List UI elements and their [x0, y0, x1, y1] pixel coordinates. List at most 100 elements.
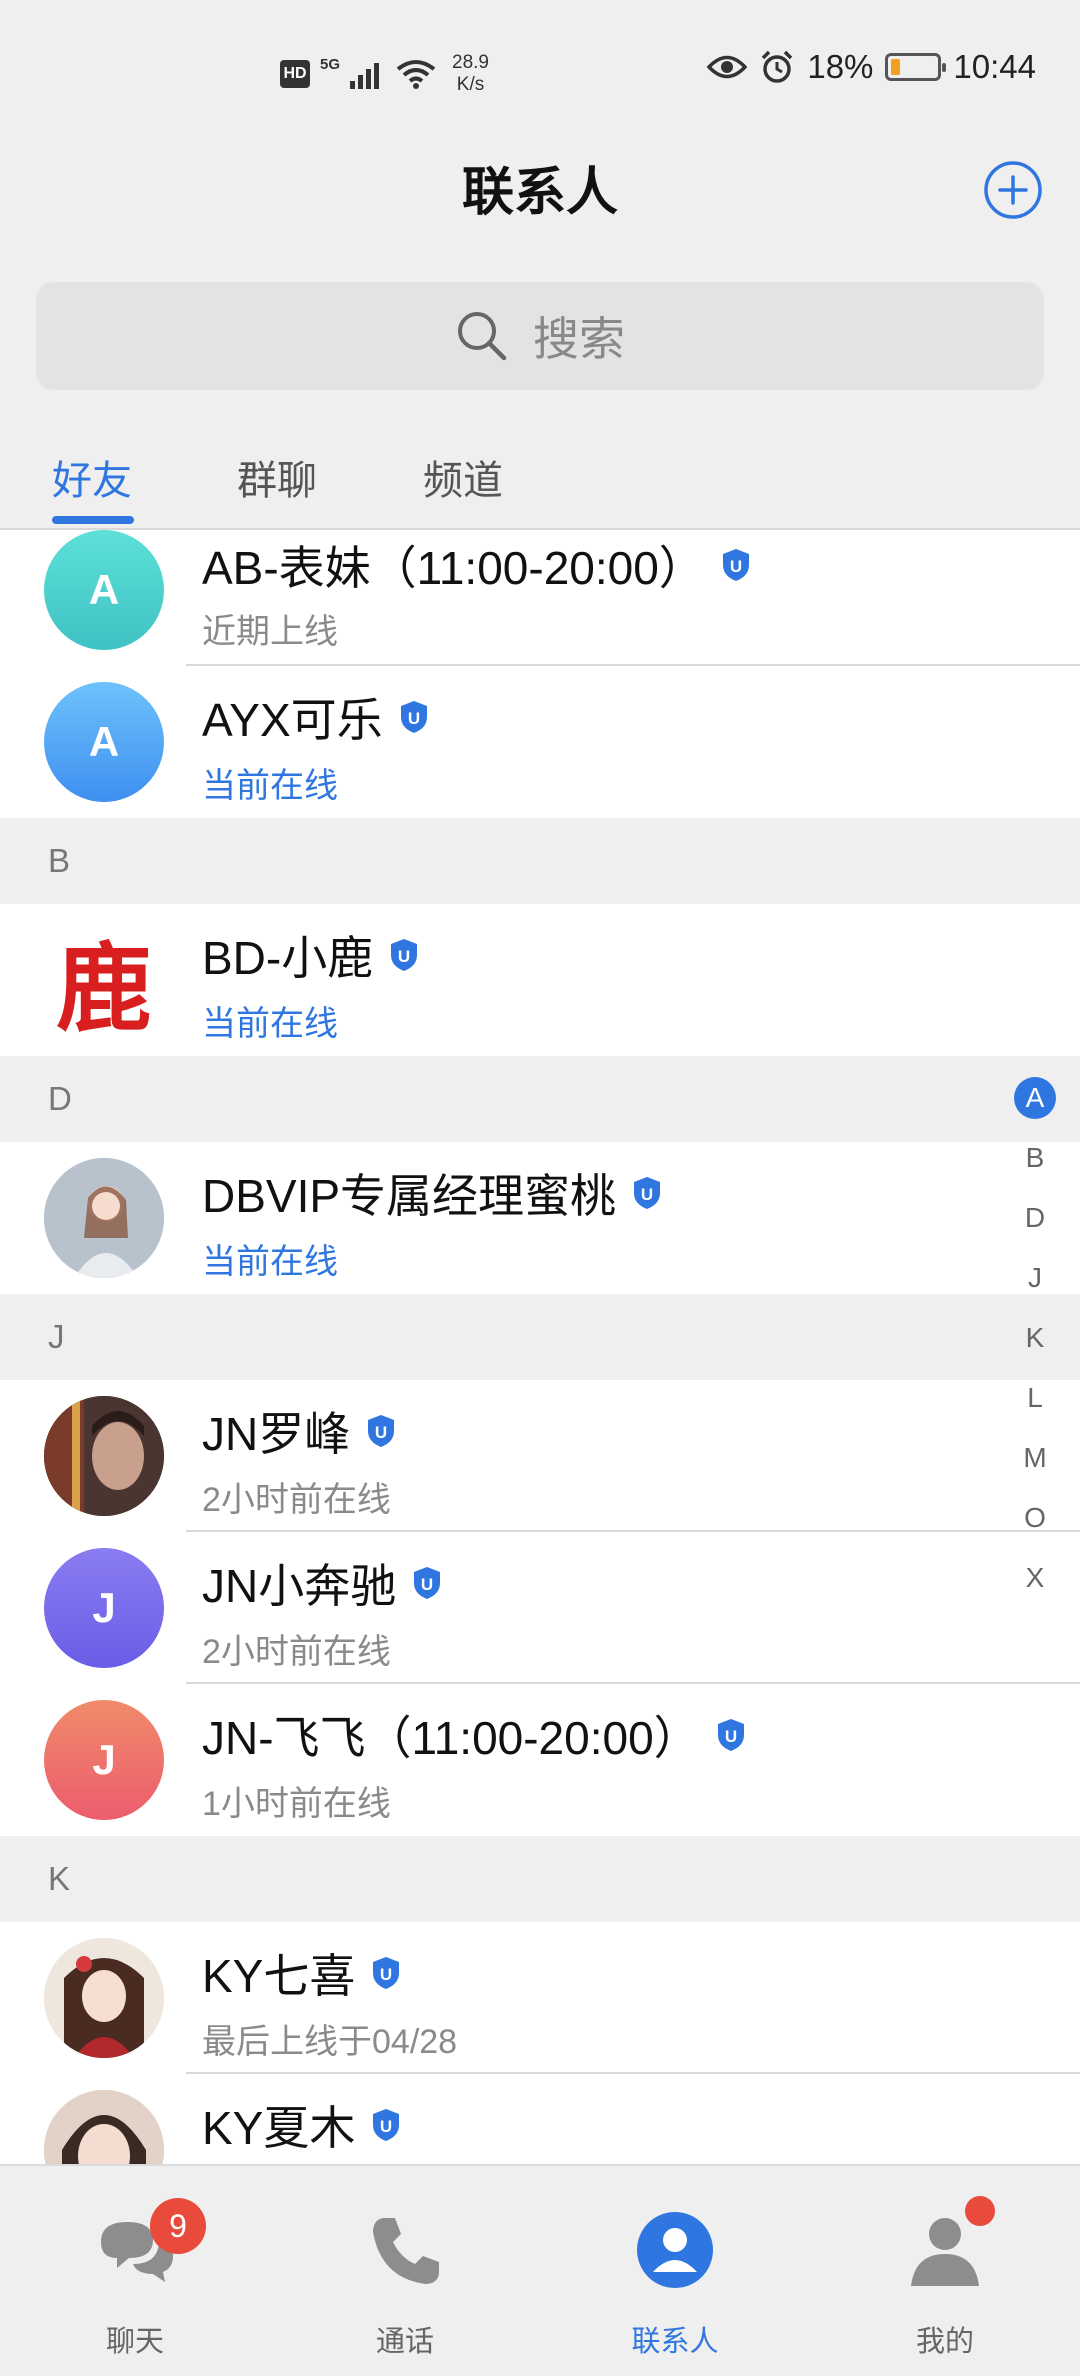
nav-label: 聊天	[105, 2326, 164, 2358]
contact-name: KY夏木	[202, 2102, 356, 2154]
avatar-initial: J	[92, 1736, 116, 1783]
alphabet-index-letter-label: M	[1023, 1442, 1047, 1473]
contact-name: JN小奔驰	[202, 1560, 397, 1612]
name-line: KY夏木 U	[202, 2092, 401, 2158]
svg-text:U: U	[375, 1423, 387, 1442]
phone-icon	[373, 2218, 439, 2284]
contact-status: 2小时前在线	[202, 1481, 391, 1519]
status-right: 18% 10:44	[707, 48, 1036, 86]
verified-badge-icon: U	[400, 701, 427, 733]
alphabet-index-letter[interactable]: A	[1014, 1068, 1056, 1128]
contact-row[interactable]: DBVIP专属经理蜜桃 U 当前在线	[0, 1142, 1080, 1294]
notification-dot	[965, 2196, 995, 2226]
contact-status: 1小时前在线	[202, 1785, 391, 1823]
svg-text:U: U	[398, 947, 410, 966]
contact-name: AYX可乐	[202, 694, 383, 746]
contact-name: AB-表妹（11:00-20:00）	[202, 542, 705, 594]
contact-name: BD-小鹿	[202, 932, 374, 984]
alarm-icon	[762, 50, 793, 83]
svg-text:U: U	[641, 1185, 653, 1204]
status-left: HD 5G 28.9 K/s	[280, 52, 489, 96]
contact-status: 当前在线	[202, 767, 338, 805]
search-input[interactable]: 搜索	[36, 282, 1044, 390]
avatar-initial: A	[88, 718, 120, 765]
nav-label: 联系人	[631, 2326, 719, 2358]
verified-badge-icon: U	[634, 1177, 661, 1209]
svg-text:U: U	[730, 557, 742, 576]
nav-profile[interactable]: 我的	[810, 2166, 1080, 2376]
contact-list[interactable]: A AB-表妹（11:00-20:00） U 近期上线 A AYX可乐 U 当前…	[0, 530, 1080, 2164]
section-header: D	[0, 1056, 1080, 1142]
name-line: JN罗峰 U	[202, 1398, 396, 1464]
alphabet-index-letter[interactable]: K	[1014, 1308, 1056, 1368]
verified-badge-icon: U	[373, 1957, 400, 1989]
contact-row[interactable]: JN罗峰 U 2小时前在线	[0, 1380, 1080, 1532]
avatar-photo	[44, 1158, 164, 1278]
tab-indicator	[52, 516, 134, 524]
tab-group-chats[interactable]: 群聊	[237, 448, 317, 506]
avatar	[44, 1396, 164, 1516]
contact-row[interactable]: A AB-表妹（11:00-20:00） U 近期上线	[0, 530, 1080, 666]
speed-unit: K/s	[456, 74, 485, 95]
avatar: 鹿	[44, 920, 164, 1040]
contact-name: JN罗峰	[202, 1408, 351, 1460]
contact-row[interactable]: KY七喜 U 最后上线于04/28	[0, 1922, 1080, 2074]
verified-badge-icon: U	[717, 1719, 744, 1751]
avatar: J	[44, 1700, 164, 1820]
alphabet-index[interactable]: ABDJKLMOX	[1010, 1068, 1060, 1608]
name-line: AB-表妹（11:00-20:00） U	[202, 532, 751, 598]
tab-channels[interactable]: 频道	[423, 448, 503, 506]
contact-status: 2小时前在线	[202, 1633, 391, 1671]
clock: 10:44	[953, 48, 1036, 85]
contact-row[interactable]: KY夏木 U	[0, 2074, 1080, 2164]
avatar-logo: 鹿	[56, 931, 152, 1041]
add-contact-button[interactable]	[983, 160, 1043, 220]
name-line: AYX可乐 U	[202, 684, 429, 750]
svg-text:U: U	[380, 1965, 392, 1984]
nav-chat[interactable]: 9 聊天	[0, 2166, 270, 2376]
alphabet-index-letter-label: X	[1025, 1562, 1045, 1593]
svg-text:U: U	[380, 2117, 392, 2136]
page-title: 联系人	[461, 164, 618, 222]
nav-contacts[interactable]: 联系人	[540, 2166, 810, 2376]
alphabet-index-letter[interactable]: X	[1014, 1548, 1056, 1608]
section-header: J	[0, 1294, 1080, 1380]
tab-bar: 好友 群聊 频道	[0, 440, 1080, 530]
cellular-signal-icon	[350, 63, 380, 89]
hd-icon: HD	[280, 60, 310, 88]
contact-row[interactable]: J JN-飞飞（11:00-20:00） U 1小时前在线	[0, 1684, 1080, 1836]
tab-friends[interactable]: 好友	[52, 448, 132, 506]
avatar: A	[44, 682, 164, 802]
contact-row[interactable]: J JN小奔驰 U 2小时前在线	[0, 1532, 1080, 1684]
alphabet-index-letter[interactable]: B	[1014, 1128, 1056, 1188]
contact-status: 当前在线	[202, 1243, 338, 1281]
unread-count-badge: 9	[150, 2198, 206, 2254]
avatar-initial: A	[88, 566, 120, 613]
avatar: J	[44, 1548, 164, 1668]
contact-row[interactable]: 鹿 BD-小鹿 U 当前在线	[0, 904, 1080, 1056]
contact-status: 最后上线于04/28	[202, 2023, 458, 2061]
alphabet-index-letter[interactable]: M	[1014, 1428, 1056, 1488]
search-icon	[458, 312, 507, 361]
avatar	[44, 1938, 164, 2058]
avatar-initial: J	[92, 1584, 116, 1631]
avatar	[44, 2090, 164, 2164]
alphabet-index-letter[interactable]: D	[1014, 1188, 1056, 1248]
search-placeholder: 搜索	[533, 313, 625, 365]
alphabet-index-letter[interactable]: L	[1014, 1368, 1056, 1428]
name-line: JN小奔驰 U	[202, 1550, 442, 1616]
name-line: DBVIP专属经理蜜桃 U	[202, 1160, 662, 1226]
network-type: 5G	[320, 55, 341, 73]
verified-badge-icon: U	[391, 939, 418, 971]
verified-badge-icon: U	[368, 1415, 395, 1447]
nav-calls[interactable]: 通话	[270, 2166, 540, 2376]
contact-row[interactable]: A AYX可乐 U 当前在线	[0, 666, 1080, 818]
alphabet-index-letter-label: B	[1025, 1142, 1045, 1173]
contact-name: KY七喜	[202, 1950, 356, 2002]
bottom-nav: 9 聊天 通话 联系人 我的	[0, 2164, 1080, 2376]
alphabet-index-letter[interactable]: O	[1014, 1488, 1056, 1548]
alphabet-index-letter[interactable]: J	[1014, 1248, 1056, 1308]
verified-badge-icon: U	[722, 549, 749, 581]
section-header: K	[0, 1836, 1080, 1922]
alphabet-index-letter-label: A	[1014, 1077, 1056, 1119]
